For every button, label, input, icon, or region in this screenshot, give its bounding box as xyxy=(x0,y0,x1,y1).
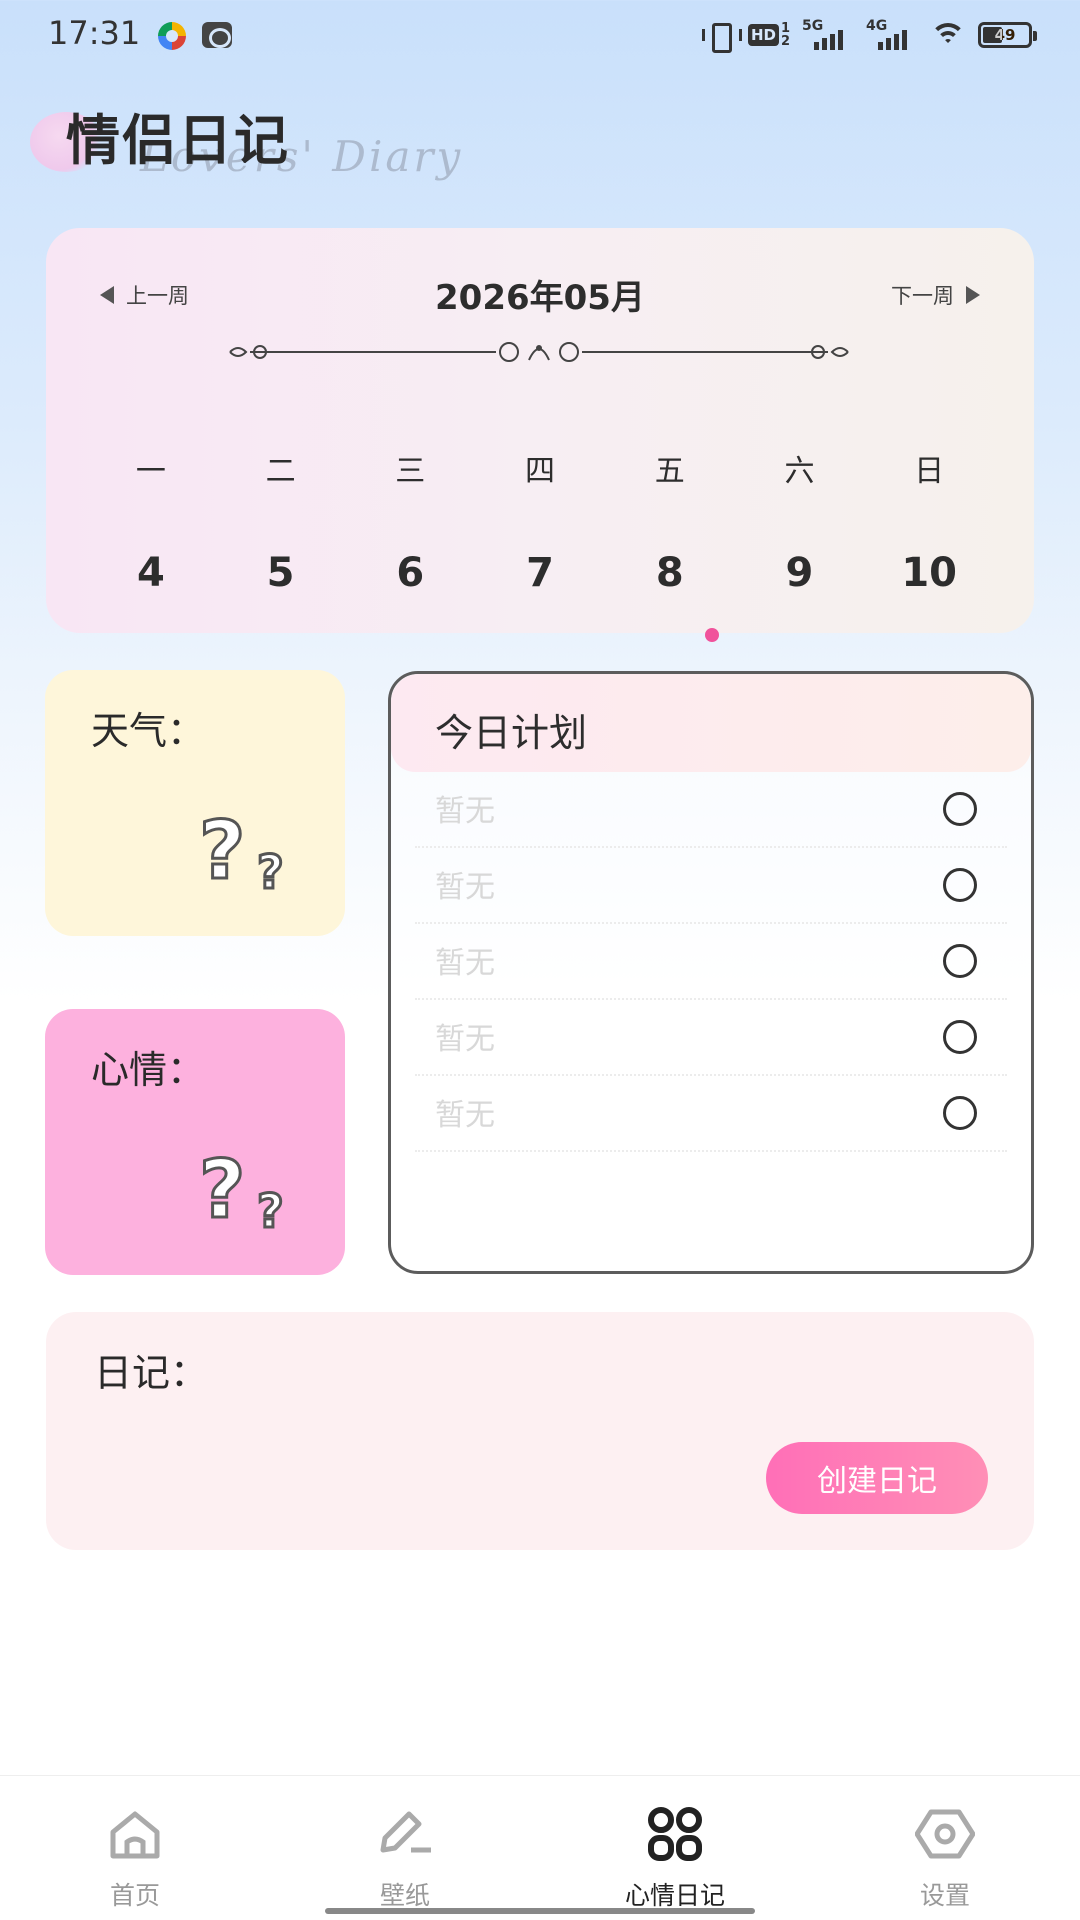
weather-card[interactable]: 天气： ? ? xyxy=(45,670,345,936)
weekday-label: 三 xyxy=(395,454,426,489)
vibrate-icon xyxy=(701,21,742,53)
svg-text:?: ? xyxy=(199,804,245,897)
plan-item-text: 暂无 xyxy=(435,946,495,981)
hd-indicator: HD 1 2 xyxy=(747,22,790,48)
plan-header: 今日计划 xyxy=(391,674,1031,772)
circle-checkbox-icon[interactable] xyxy=(943,1020,977,1054)
next-week-label: 下一周 xyxy=(891,284,954,308)
settings-icon xyxy=(915,1809,975,1859)
date-cell[interactable]: 6 xyxy=(345,550,475,596)
weekday-row: 一 二 三 四 五 六 日 xyxy=(86,446,994,490)
plan-item-text: 暂无 xyxy=(435,870,495,905)
question-marks-icon: ? ? xyxy=(198,1142,286,1240)
circle-checkbox-icon[interactable] xyxy=(943,1096,977,1130)
tab-mood-diary[interactable]: 心情日记 xyxy=(540,1776,810,1920)
tab-label: 壁纸 xyxy=(379,1881,430,1910)
wifi-icon xyxy=(930,21,966,49)
weekday-label: 六 xyxy=(784,454,815,489)
mood-label: 心情： xyxy=(91,1048,206,1092)
date-cell[interactable]: 10 xyxy=(864,550,994,596)
weekday-label: 一 xyxy=(135,454,166,489)
caret-right-icon xyxy=(966,286,980,304)
date-row: 4 5 6 7 8 9 10 xyxy=(86,550,994,596)
svg-text:?: ? xyxy=(199,1143,245,1236)
create-diary-button[interactable]: 创建日记 xyxy=(766,1442,988,1514)
month-title: 2026年05月 xyxy=(435,278,645,318)
grid-icon xyxy=(648,1807,702,1861)
date-cell[interactable]: 4 xyxy=(86,550,216,596)
plan-item[interactable]: 暂无 xyxy=(415,772,1007,848)
status-indicators: HD 1 2 5G 4G 49 xyxy=(701,18,1037,53)
today-indicator-dot xyxy=(705,628,719,642)
date-cell[interactable]: 9 xyxy=(735,550,865,596)
weekday-label: 五 xyxy=(654,454,685,489)
pen-icon xyxy=(380,1811,431,1853)
circle-checkbox-icon[interactable] xyxy=(943,944,977,978)
plan-title: 今日计划 xyxy=(435,711,588,755)
date-cell[interactable]: 5 xyxy=(216,550,346,596)
plan-item[interactable]: 暂无 xyxy=(415,848,1007,924)
tab-label: 首页 xyxy=(109,1881,160,1910)
signal-5g-icon: 5G xyxy=(802,18,854,50)
diary-label: 日记： xyxy=(94,1351,209,1395)
plan-item[interactable]: 暂无 xyxy=(415,1076,1007,1152)
plan-item[interactable]: 暂无 xyxy=(415,924,1007,1000)
circle-checkbox-icon[interactable] xyxy=(943,868,977,902)
diary-card: 日记： 创建日记 xyxy=(46,1312,1034,1550)
weekday-label: 日 xyxy=(914,454,945,489)
tab-home[interactable]: 首页 xyxy=(0,1776,270,1920)
signal-4g-icon: 4G xyxy=(866,18,918,50)
mood-card[interactable]: 心情： ? ? xyxy=(45,1009,345,1275)
plan-item-text: 暂无 xyxy=(435,794,495,829)
app-notification-icon-2 xyxy=(202,22,232,48)
next-week-button[interactable]: 下一周 xyxy=(891,280,980,310)
home-icon xyxy=(110,1811,160,1859)
weekday-label: 四 xyxy=(525,454,556,489)
plan-item-text: 暂无 xyxy=(435,1022,495,1057)
header: Lovers' Diary 情侣日记 xyxy=(0,80,1080,210)
status-time: 17:31 xyxy=(48,14,141,52)
weekday-label: 二 xyxy=(265,454,296,489)
battery-icon: 49 xyxy=(978,22,1037,48)
date-cell-today[interactable]: 8 xyxy=(605,550,735,596)
week-calendar: 上一周 2026年05月 下一周 一 二 三 四 五 六 日 4 5 6 7 8… xyxy=(46,228,1034,642)
weather-label: 天气： xyxy=(91,709,206,753)
tab-wallpaper[interactable]: 壁纸 xyxy=(270,1776,540,1920)
circle-checkbox-icon[interactable] xyxy=(943,792,977,826)
question-marks-icon: ? ? xyxy=(198,803,286,901)
plan-item[interactable]: 暂无 xyxy=(415,1000,1007,1076)
svg-text:?: ? xyxy=(257,845,284,899)
app-notification-icon xyxy=(158,22,186,50)
svg-text:?: ? xyxy=(257,1184,284,1238)
tab-settings[interactable]: 设置 xyxy=(810,1776,1080,1920)
tab-label: 设置 xyxy=(919,1881,970,1910)
bottom-tab-bar: 首页 壁纸 心情日记 设置 xyxy=(0,1775,1080,1920)
plan-item-text: 暂无 xyxy=(435,1098,495,1133)
date-cell[interactable]: 7 xyxy=(475,550,605,596)
home-indicator[interactable] xyxy=(325,1908,755,1914)
tab-label: 心情日记 xyxy=(624,1881,725,1910)
status-bar: 17:31 HD 1 2 5G 4G 49 xyxy=(0,0,1080,70)
page-title: 情侣日记 xyxy=(66,109,290,172)
ornament-divider-icon xyxy=(229,342,849,362)
today-plan-card: 今日计划 暂无 暂无 暂无 暂无 暂无 xyxy=(388,671,1034,1274)
